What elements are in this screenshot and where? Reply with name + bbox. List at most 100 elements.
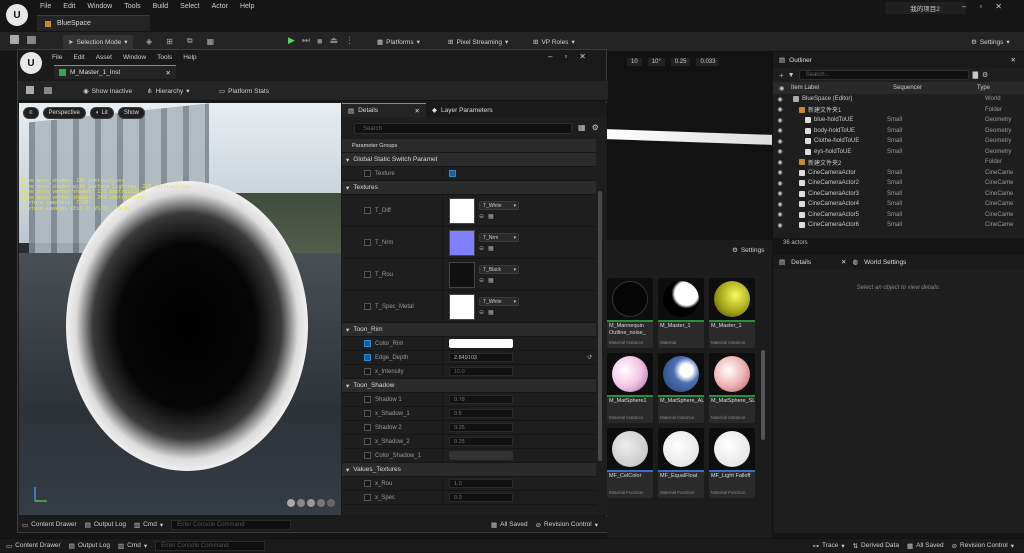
- browse-icon[interactable]: ▦: [488, 245, 494, 252]
- override-checkbox[interactable]: [364, 354, 371, 361]
- outliner-search[interactable]: Search...: [798, 70, 969, 80]
- mode-icon[interactable]: ◈: [146, 37, 152, 46]
- menu-help[interactable]: Help: [240, 3, 254, 10]
- outliner-row[interactable]: ◉ BlueSpace (Editor) World: [773, 94, 1024, 105]
- visibility-icon[interactable]: ◉: [773, 222, 787, 229]
- use-selected-icon[interactable]: ⊖: [479, 213, 484, 220]
- details-tab[interactable]: ▤ Details ✕: [342, 103, 426, 117]
- console-input[interactable]: Enter Console Command: [171, 519, 292, 530]
- texture-thumbnail[interactable]: [449, 229, 475, 256]
- revision-control-button[interactable]: ⊘ Revision Control ▾: [952, 539, 1014, 553]
- col-sequencer[interactable]: Sequencer: [893, 85, 977, 91]
- editor-tab[interactable]: M_Master_1_Inst ✕: [54, 65, 176, 79]
- details-scrollbar[interactable]: [598, 191, 602, 461]
- visibility-icon[interactable]: ◉: [773, 190, 787, 197]
- console-input[interactable]: Enter Console Command: [155, 540, 266, 551]
- unreal-logo[interactable]: U: [6, 4, 28, 26]
- cinematic-icon[interactable]: ▦: [207, 37, 215, 46]
- browse-icon[interactable]: ▦: [488, 309, 494, 316]
- content-settings-button[interactable]: ⚙ Settings: [727, 243, 769, 257]
- use-selected-icon[interactable]: ⊖: [479, 277, 484, 284]
- reset-icon[interactable]: ↺: [587, 354, 592, 361]
- output-log-button[interactable]: ▤ Output Log: [85, 518, 126, 532]
- cylinder-icon[interactable]: [297, 499, 305, 507]
- snap-angle-value[interactable]: 10°: [647, 58, 665, 66]
- play-icon[interactable]: ▶: [288, 35, 295, 46]
- filter-icon[interactable]: ▼: [788, 72, 795, 79]
- outliner-row[interactable]: ◉ CineCameraActor6 Small CineCame: [773, 220, 1024, 231]
- output-log-button[interactable]: ▤ Output Log: [69, 539, 110, 553]
- visibility-icon[interactable]: ◉: [773, 106, 787, 113]
- override-checkbox[interactable]: [364, 396, 371, 403]
- outliner-row[interactable]: ◉ 新建文件夹1 Folder: [773, 105, 1024, 116]
- maximize-icon[interactable]: ▫: [564, 52, 567, 61]
- visibility-icon[interactable]: ◉: [773, 180, 787, 187]
- cube-icon[interactable]: [307, 499, 315, 507]
- override-checkbox[interactable]: [364, 424, 371, 431]
- visibility-icon[interactable]: ◉: [773, 127, 787, 134]
- browse-icon[interactable]: ▦: [488, 277, 494, 284]
- visibility-icon[interactable]: ◉: [773, 211, 787, 218]
- texture-dropdown[interactable]: T_White ▾: [479, 201, 519, 210]
- sphere-icon[interactable]: [287, 499, 295, 507]
- section-toon-rim[interactable]: ▾ Toon_Rim: [342, 323, 596, 337]
- close-icon[interactable]: ✕: [415, 107, 420, 115]
- camera-speed-value[interactable]: 0.033: [696, 58, 720, 66]
- x-intensity-field[interactable]: 10.0: [449, 367, 513, 376]
- menu-asset[interactable]: Asset: [96, 54, 112, 61]
- content-scrollbar[interactable]: [761, 350, 765, 440]
- show-inactive-button[interactable]: ◉ Show Inactive: [78, 84, 137, 98]
- texture-dropdown[interactable]: T_Black ▾: [479, 265, 519, 274]
- asset-tile[interactable]: M_MatSphere_AL Material Instance: [658, 353, 704, 423]
- menu-tools[interactable]: Tools: [124, 3, 140, 10]
- section-textures[interactable]: ▾ Textures: [342, 181, 596, 195]
- texture-thumbnail[interactable]: [449, 293, 475, 320]
- minimize-icon[interactable]: –: [962, 2, 966, 11]
- asset-tile[interactable]: M_MatSphere1 Material Instance: [607, 353, 653, 423]
- override-checkbox[interactable]: [364, 170, 371, 177]
- details-search[interactable]: Search: [354, 123, 572, 134]
- platform-stats-button[interactable]: ▭ Platform Stats: [214, 84, 274, 98]
- visibility-icon[interactable]: ◉: [779, 85, 791, 92]
- asset-tile[interactable]: M_MatSphere_SL Material Instance: [709, 353, 755, 423]
- content-drawer-button[interactable]: ▭ Content Drawer: [22, 518, 77, 532]
- parameter-groups-header[interactable]: Parameter Groups: [342, 139, 596, 153]
- value-field[interactable]: 0.0: [449, 493, 513, 502]
- use-selected-icon[interactable]: ⊖: [479, 309, 484, 316]
- visibility-icon[interactable]: ◉: [773, 201, 787, 208]
- preview-viewport[interactable]: ≡ Perspective ◐ Lit Show Base pass shader…: [19, 103, 341, 515]
- override-checkbox[interactable]: [364, 303, 371, 310]
- outliner-row[interactable]: ◉ 新建文件夹2 Folder: [773, 157, 1024, 168]
- outliner-row[interactable]: ◉ CineCameraActor2 Small CineCame: [773, 178, 1024, 189]
- visibility-icon[interactable]: ◉: [773, 169, 787, 176]
- visibility-icon[interactable]: ◉: [773, 148, 787, 155]
- more-icon[interactable]: ⋮: [345, 35, 354, 46]
- close-icon[interactable]: ✕: [995, 2, 1002, 11]
- add-icon[interactable]: +: [779, 71, 784, 80]
- asset-tile[interactable]: M_Master_1 Material: [658, 278, 704, 348]
- visibility-icon[interactable]: ◉: [773, 96, 787, 103]
- override-checkbox[interactable]: [364, 271, 371, 278]
- outliner-row[interactable]: ◉ CineCameraActor4 Small CineCame: [773, 199, 1024, 210]
- browse-icon[interactable]: [44, 86, 52, 94]
- outliner-row[interactable]: ◉ CineCameraActor3 Small CineCame: [773, 189, 1024, 200]
- value-field[interactable]: 1.0: [449, 479, 513, 488]
- col-type[interactable]: Type: [977, 85, 990, 91]
- override-checkbox[interactable]: [364, 368, 371, 375]
- browse-icon[interactable]: ▦: [488, 213, 494, 220]
- override-checkbox[interactable]: [364, 480, 371, 487]
- shadow-value-field[interactable]: 0.78: [449, 395, 513, 404]
- override-checkbox[interactable]: [364, 438, 371, 445]
- pixel-streaming-button[interactable]: ⊞ Pixel Streaming ▾: [443, 35, 513, 49]
- section-static-switch[interactable]: ▾ Global Static Switch Paramet: [342, 153, 596, 167]
- shadow-value-field[interactable]: 0.25: [449, 437, 513, 446]
- menu-build[interactable]: Build: [153, 3, 169, 10]
- world-settings-tab[interactable]: World Settings: [864, 259, 906, 266]
- grid-view-icon[interactable]: ▦: [578, 123, 586, 132]
- layer-parameters-tab[interactable]: ◆ Layer Parameters: [426, 103, 499, 117]
- outliner-row[interactable]: ◉ CineCameraActor5 Small CineCame: [773, 210, 1024, 221]
- texture-thumbnail[interactable]: [449, 261, 475, 288]
- settings-icon[interactable]: ⚙: [982, 71, 988, 79]
- value-checkbox[interactable]: [449, 170, 456, 177]
- selection-mode-button[interactable]: ➤ Selection Mode ▾: [63, 35, 133, 49]
